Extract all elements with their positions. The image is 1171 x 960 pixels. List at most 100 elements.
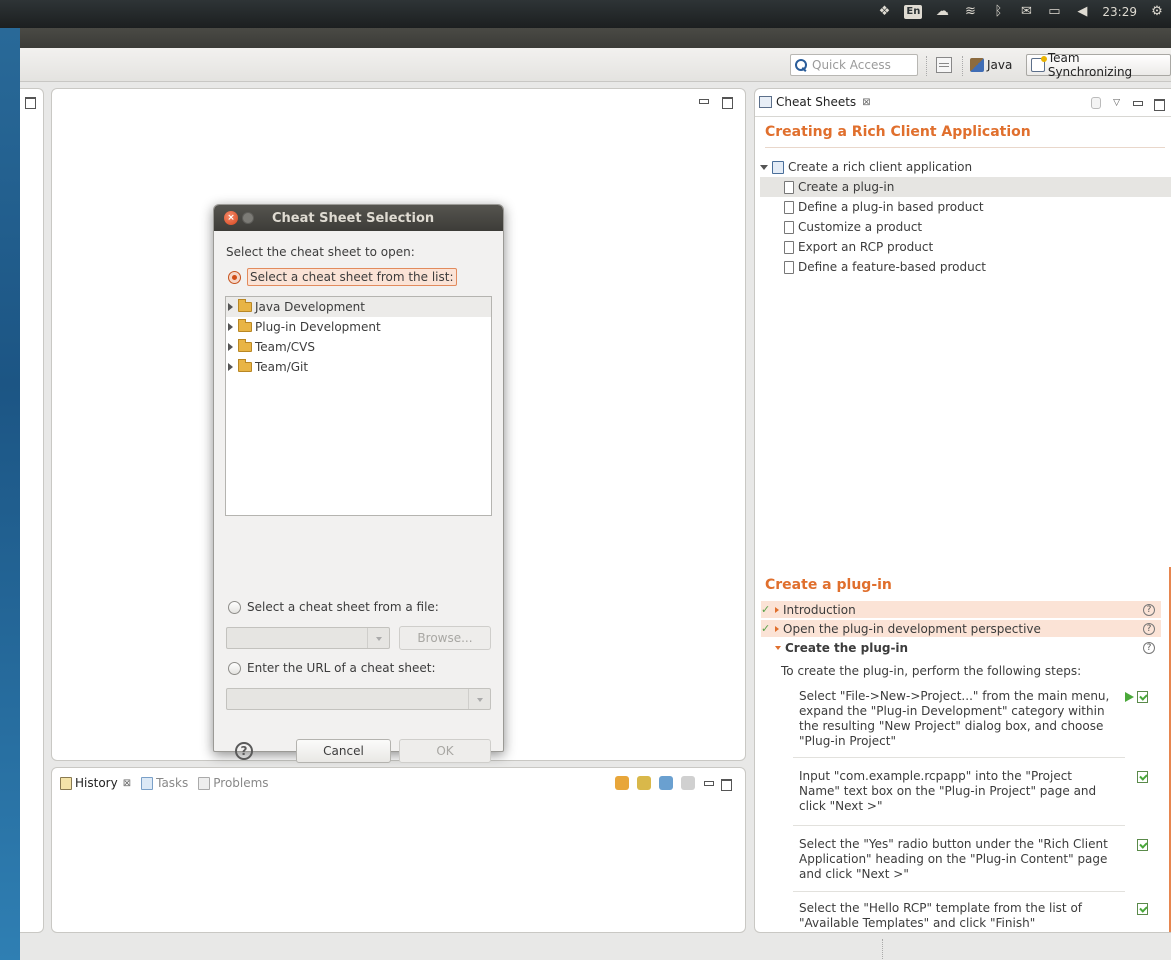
minimize-icon[interactable]: [703, 779, 714, 788]
file-path-combo[interactable]: [226, 627, 390, 649]
tab-history[interactable]: History ⊠: [60, 776, 131, 790]
toolbar-separator: [926, 56, 927, 76]
tree-item-team-git[interactable]: Team/Git: [226, 357, 491, 377]
tree-item-team-cvs[interactable]: Team/CVS: [226, 337, 491, 357]
mail-icon[interactable]: ✉: [1018, 5, 1034, 19]
close-icon[interactable]: ⊠: [862, 97, 870, 108]
status-separator: [882, 939, 883, 960]
cheat-sheet-title: Creating a Rich Client Application: [765, 124, 1031, 140]
expand-arrow-icon[interactable]: [775, 625, 779, 632]
pin-view-icon[interactable]: [659, 776, 673, 790]
radio-button[interactable]: [228, 661, 241, 675]
outline-item-define-feature-product[interactable]: Define a feature-based product: [760, 257, 1171, 277]
radio-select-from-file[interactable]: Select a cheat sheet from a file:: [228, 600, 439, 614]
close-icon[interactable]: ×: [224, 211, 238, 225]
settings-gear-icon[interactable]: ⚙: [1149, 5, 1165, 19]
link-with-editor-icon[interactable]: [615, 776, 629, 790]
outline-item-export-rcp-product[interactable]: Export an RCP product: [760, 237, 1171, 257]
maximize-icon[interactable]: [721, 778, 732, 791]
minimize-icon[interactable]: [1132, 99, 1143, 108]
expand-arrow-icon[interactable]: [228, 363, 233, 371]
help-icon[interactable]: ?: [1143, 622, 1155, 635]
close-icon[interactable]: ⊠: [123, 778, 131, 789]
step-open-perspective[interactable]: ✓ Open the plug-in development perspecti…: [761, 620, 1161, 637]
help-icon[interactable]: ?: [1143, 641, 1155, 654]
clock[interactable]: 23:29: [1102, 5, 1137, 19]
open-perspective-button[interactable]: [936, 57, 952, 73]
ok-button[interactable]: OK: [399, 739, 491, 763]
collapse-arrow-icon[interactable]: [760, 164, 768, 170]
tree-item-java-development[interactable]: Java Development: [226, 297, 491, 317]
radio-button[interactable]: [228, 600, 241, 614]
complete-icon[interactable]: [1137, 839, 1148, 851]
step-introduction[interactable]: ✓ Introduction ?: [761, 601, 1161, 618]
expand-arrow-icon[interactable]: [228, 343, 233, 351]
cheat-sheet-tree[interactable]: Java Development Plug-in Development Tea…: [225, 296, 492, 516]
collapse-arrow-icon[interactable]: [775, 645, 781, 650]
help-icon[interactable]: ?: [235, 742, 253, 760]
check-icon: ✓: [761, 603, 771, 616]
browse-button[interactable]: Browse...: [399, 626, 491, 650]
radio-select-from-list[interactable]: Select a cheat sheet from the list:: [228, 268, 457, 286]
bluetooth-icon[interactable]: ᛒ: [990, 5, 1006, 19]
tree-item-label: Plug-in Development: [255, 320, 381, 334]
tab-tasks[interactable]: Tasks: [141, 776, 188, 790]
radio-button-selected[interactable]: [228, 270, 241, 284]
dialog-prompt: Select the cheat sheet to open:: [226, 245, 415, 259]
play-icon[interactable]: [1125, 692, 1134, 702]
substep-text: Input "com.example.rcpapp" into the "Pro…: [799, 769, 1097, 813]
substep-text: Select "File->New->Project..." from the …: [799, 689, 1110, 748]
tab-cheat-sheets[interactable]: Cheat Sheets ⊠: [759, 95, 871, 109]
chevron-down-icon[interactable]: [367, 628, 389, 648]
help-icon[interactable]: ?: [1143, 603, 1155, 616]
cloud-icon[interactable]: ☁: [934, 5, 950, 19]
perspective-java-button[interactable]: Java: [970, 55, 1012, 75]
cheat-sheets-toolbar: ▽: [1091, 97, 1165, 111]
tab-tasks-label: Tasks: [156, 776, 189, 790]
perspective-team-sync-button[interactable]: Team Synchronizing: [1026, 51, 1171, 79]
outline-item-define-plugin-product[interactable]: Define a plug-in based product: [760, 197, 1171, 217]
battery-icon[interactable]: ▭: [1046, 5, 1062, 19]
complete-icon[interactable]: [1137, 691, 1148, 703]
step-label: Introduction: [783, 602, 856, 617]
check-icon: ✓: [761, 622, 771, 635]
view-menu-icon[interactable]: [681, 776, 695, 790]
url-combo[interactable]: [226, 688, 491, 710]
minimize-icon[interactable]: [698, 97, 709, 106]
maximize-icon[interactable]: [25, 97, 36, 109]
wifi-icon[interactable]: ≋: [962, 5, 978, 19]
outline-item-create-plugin[interactable]: Create a plug-in: [760, 177, 1171, 197]
outline-root[interactable]: Create a rich client application: [760, 157, 1171, 177]
task-icon: [784, 180, 794, 194]
chevron-down-icon[interactable]: [468, 689, 490, 709]
radio-list-label: Select a cheat sheet from the list:: [247, 268, 457, 286]
volume-icon[interactable]: ◀: [1074, 5, 1090, 19]
status-bar: [20, 933, 1171, 960]
tree-item-plugin-development[interactable]: Plug-in Development: [226, 317, 491, 337]
bottom-tabs: History ⊠ Tasks Problems: [60, 776, 269, 790]
complete-icon[interactable]: [1137, 903, 1148, 915]
expand-arrow-icon[interactable]: [228, 303, 233, 311]
maximize-icon[interactable]: [1154, 98, 1165, 111]
minimize-icon[interactable]: [242, 212, 254, 224]
quick-access-field[interactable]: Quick Access: [790, 54, 918, 76]
expand-arrow-icon[interactable]: [228, 323, 233, 331]
dialog-title: Cheat Sheet Selection: [272, 210, 435, 226]
dropbox-icon[interactable]: ❖: [876, 5, 892, 19]
maximize-icon[interactable]: [722, 97, 733, 109]
outline-item-customize-product[interactable]: Customize a product: [760, 217, 1171, 237]
step-create-plugin[interactable]: Create the plug-in ?: [761, 639, 1161, 656]
tab-problems[interactable]: Problems: [198, 776, 269, 790]
compare-mode-icon[interactable]: [637, 776, 651, 790]
window-titlebar: [20, 28, 1171, 48]
search-icon: [795, 58, 808, 72]
radio-enter-url[interactable]: Enter the URL of a cheat sheet:: [228, 661, 436, 675]
cheat-sheets-tabbar: Cheat Sheets ⊠ ▽: [755, 89, 1171, 117]
view-menu-icon[interactable]: ▽: [1113, 98, 1120, 108]
complete-icon[interactable]: [1137, 771, 1148, 783]
outline-item-label: Define a feature-based product: [798, 260, 986, 274]
keyboard-layout-indicator[interactable]: En: [904, 5, 923, 19]
collapse-all-icon[interactable]: [1091, 97, 1102, 109]
cancel-button[interactable]: Cancel: [296, 739, 391, 763]
expand-arrow-icon[interactable]: [775, 606, 779, 613]
